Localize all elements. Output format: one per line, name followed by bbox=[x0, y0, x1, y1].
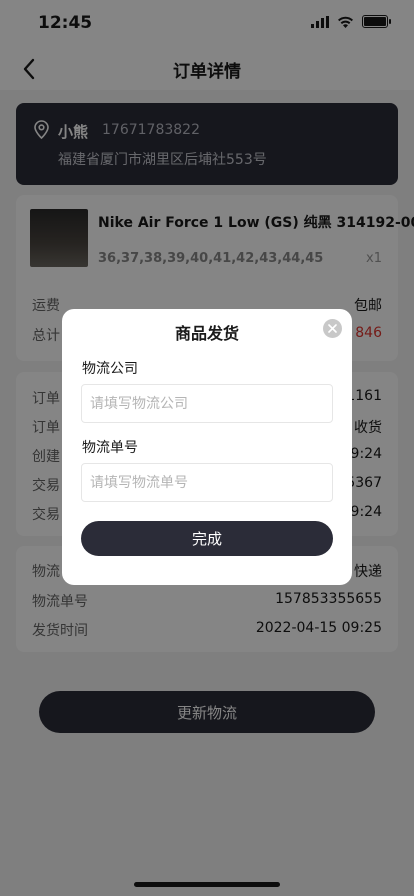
dialog-title: 商品发货 bbox=[174, 324, 239, 343]
submit-button[interactable]: 完成 bbox=[81, 521, 333, 556]
tracking-number-label: 物流单号 bbox=[82, 440, 138, 456]
logistics-company-label: 物流公司 bbox=[82, 361, 138, 377]
close-icon bbox=[328, 324, 337, 333]
close-button[interactable] bbox=[323, 319, 342, 338]
ship-goods-dialog: 商品发货 物流公司 物流单号 完成 bbox=[62, 309, 352, 585]
logistics-company-input[interactable] bbox=[81, 384, 333, 423]
tracking-number-input[interactable] bbox=[81, 463, 333, 502]
